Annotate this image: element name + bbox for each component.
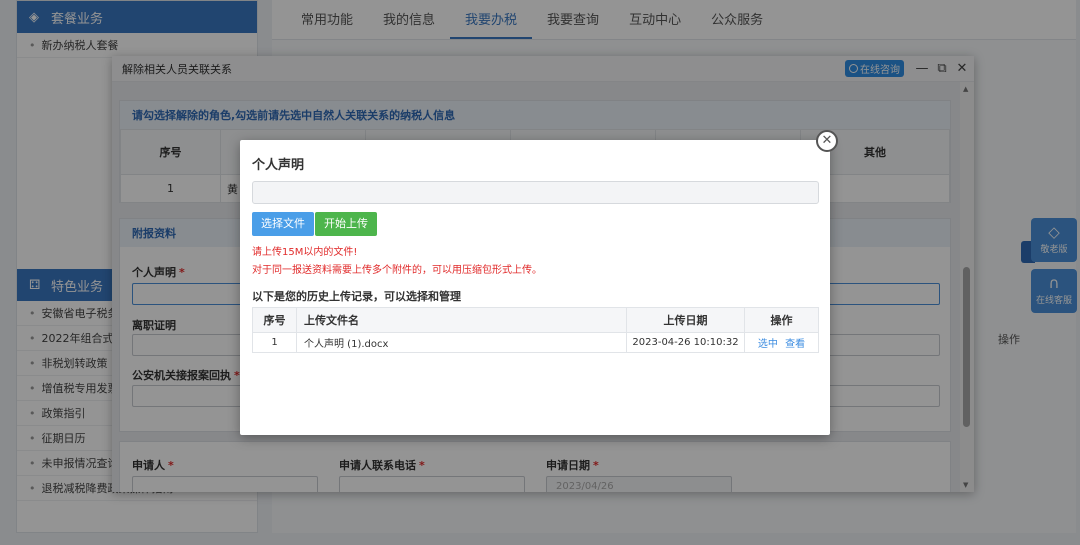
modal-close-icon[interactable]: ✕ bbox=[816, 130, 838, 152]
size-hint: 请上传15M以内的文件! bbox=[252, 247, 358, 258]
modal-title: 个人声明 bbox=[252, 158, 305, 173]
zip-hint: 对于同一报送资料需要上传多个附件的，可以用压缩包形式上传。 bbox=[252, 265, 542, 276]
table-row: 1 个人声明 (1).docx 2023-04-26 10:10:32 选中 查… bbox=[252, 332, 819, 353]
table-header: 序号 bbox=[252, 307, 297, 333]
file-path-field[interactable] bbox=[252, 181, 819, 204]
history-title: 以下是您的历史上传记录，可以选择和管理 bbox=[252, 290, 461, 303]
row-actions: 选中 查看 bbox=[744, 332, 819, 353]
table-header: 上传文件名 bbox=[296, 307, 627, 333]
table-header: 上传日期 bbox=[626, 307, 745, 333]
select-file-button[interactable]: 选择文件 bbox=[252, 212, 314, 236]
start-upload-button[interactable]: 开始上传 bbox=[315, 212, 377, 236]
select-link[interactable]: 选中 bbox=[758, 339, 778, 350]
table-header: 操作 bbox=[744, 307, 819, 333]
row-number: 1 bbox=[252, 332, 297, 353]
upload-modal: 个人声明 选择文件 开始上传 请上传15M以内的文件! 对于同一报送资料需要上传… bbox=[240, 140, 830, 435]
view-link[interactable]: 查看 bbox=[785, 339, 805, 350]
file-name: 个人声明 (1).docx bbox=[296, 332, 627, 353]
history-table: 序号 上传文件名 上传日期 操作 1 个人声明 (1).docx 2023-04… bbox=[252, 307, 819, 353]
upload-date: 2023-04-26 10:10:32 bbox=[626, 332, 745, 353]
